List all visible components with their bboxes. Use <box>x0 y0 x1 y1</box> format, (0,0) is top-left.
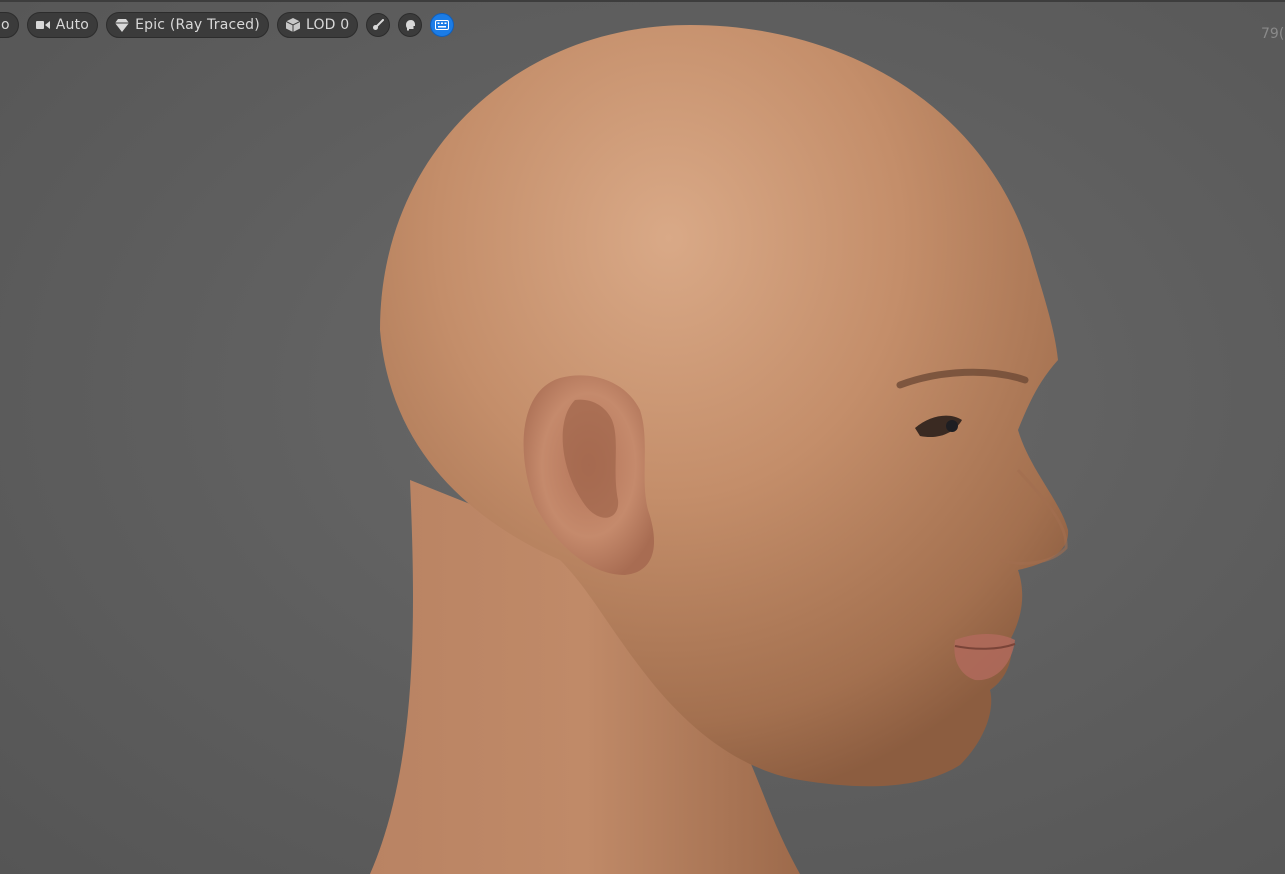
keyboard-icon <box>435 20 450 30</box>
viewport-readout: 79( <box>1261 26 1285 42</box>
head-render <box>370 25 1069 874</box>
lod-label: LOD 0 <box>305 17 350 33</box>
diamond-icon <box>115 18 130 32</box>
camera-mode-label: Auto <box>55 17 90 33</box>
truncated-toolbar-button[interactable]: o <box>0 12 19 38</box>
lod-button[interactable]: LOD 0 <box>276 12 359 38</box>
viewport-toolbar: o Auto Epic (Ray Traced) LOD 0 <box>0 12 455 38</box>
quality-level-label: Epic (Ray Traced) <box>135 17 260 33</box>
cube-icon <box>285 18 300 32</box>
keyboard-toggle-button[interactable] <box>430 13 455 37</box>
camera-mode-button[interactable]: Auto <box>26 12 99 38</box>
quality-level-button[interactable]: Epic (Ray Traced) <box>106 12 269 38</box>
brush-tool-button[interactable] <box>366 13 391 37</box>
head-profile-icon <box>404 19 416 31</box>
viewport[interactable]: o Auto Epic (Ray Traced) LOD 0 79( <box>0 0 1285 874</box>
brush-icon <box>372 19 385 31</box>
head-view-button[interactable] <box>398 13 423 37</box>
truncated-toolbar-label: o <box>1 17 10 33</box>
video-camera-icon <box>35 19 50 31</box>
